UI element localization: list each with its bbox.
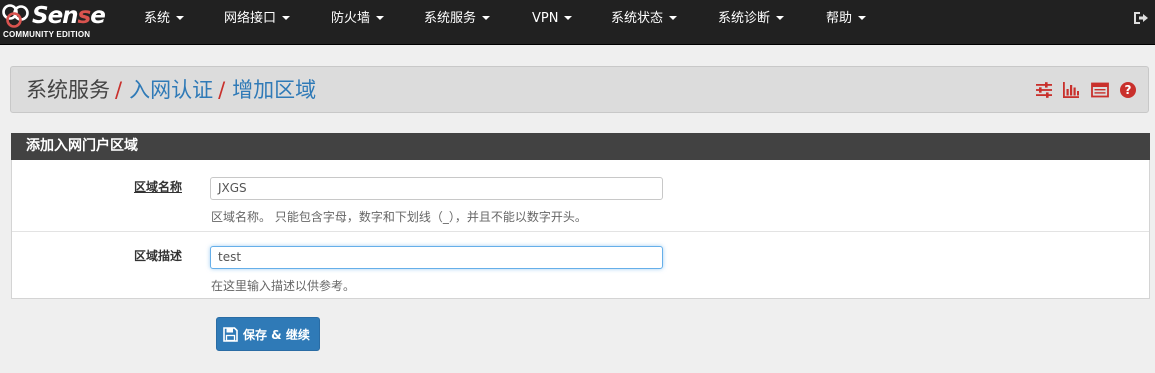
logo-edition: COMMUNITY EDITION [3,30,91,39]
nav-system[interactable]: 系统 [144,0,185,45]
nav-status[interactable]: 系统状态 [611,0,678,45]
save-icon [223,326,238,342]
breadcrumb-captive-portal[interactable]: 入网认证 [129,78,213,102]
caret-down-icon [669,15,678,20]
svg-text:?: ? [1125,83,1132,97]
help-circle-icon[interactable]: ? [1119,81,1137,99]
breadcrumb: 系统服务 / 入网认证 / 增加区域 [26,76,316,104]
zone-name-input[interactable]: JXGS [210,177,663,200]
nav-diagnostics[interactable]: 系统诊断 [718,0,785,45]
breadcrumb-separator: / [218,78,226,102]
caret-down-icon [282,15,291,20]
top-navbar: Sense COMMUNITY EDITION 系统 网络接口 防火墙 系统服务… [0,0,1155,45]
caret-down-icon [482,15,491,20]
sign-out-icon[interactable] [1133,11,1149,25]
nav-services[interactable]: 系统服务 [424,0,491,45]
logo-mark: Sense [2,3,106,29]
caret-down-icon [176,15,185,20]
zone-description-label: 区域描述 [133,249,182,263]
save-continue-button[interactable]: 保存 & 继续 [216,317,320,351]
save-button-label: 保存 & 继续 [243,327,310,342]
zone-description-input[interactable]: test [210,246,663,269]
nav-interfaces[interactable]: 网络接口 [224,0,291,45]
breadcrumb-separator: / [115,78,123,102]
sliders-icon[interactable] [1035,81,1053,99]
logo-wordmark: Sense [32,3,106,29]
bar-chart-icon[interactable] [1062,81,1080,99]
panel-heading: 添加入网门户区域 [11,133,1150,160]
nav-vpn[interactable]: VPN [532,0,573,45]
caret-down-icon [858,15,867,20]
nav-help[interactable]: 帮助 [826,0,867,45]
row-divider [12,231,1149,232]
breadcrumb-root: 系统服务 [26,78,110,102]
nav-firewall[interactable]: 防火墙 [331,0,385,45]
logo-emblem-icon [2,4,29,28]
zone-description-help: 在这里输入描述以供参考。 [211,279,356,293]
zone-name-help: 区域名称。 只能包含字母，数字和下划线（_），并且不能以数字开头。 [211,210,587,224]
caret-down-icon [776,15,785,20]
zone-name-label: 区域名称 [133,180,182,194]
breadcrumb-add-zone[interactable]: 增加区域 [232,78,316,102]
table-icon[interactable] [1091,81,1109,99]
zone-form-panel: 添加入网门户区域 区域名称 JXGS 区域名称。 只能包含字母，数字和下划线（_… [11,133,1150,299]
caret-down-icon [376,15,385,20]
pfsense-logo[interactable]: Sense COMMUNITY EDITION [2,3,114,41]
breadcrumb-panel: 系统服务 / 入网认证 / 增加区域 ? [10,66,1149,113]
caret-down-icon [564,15,573,20]
